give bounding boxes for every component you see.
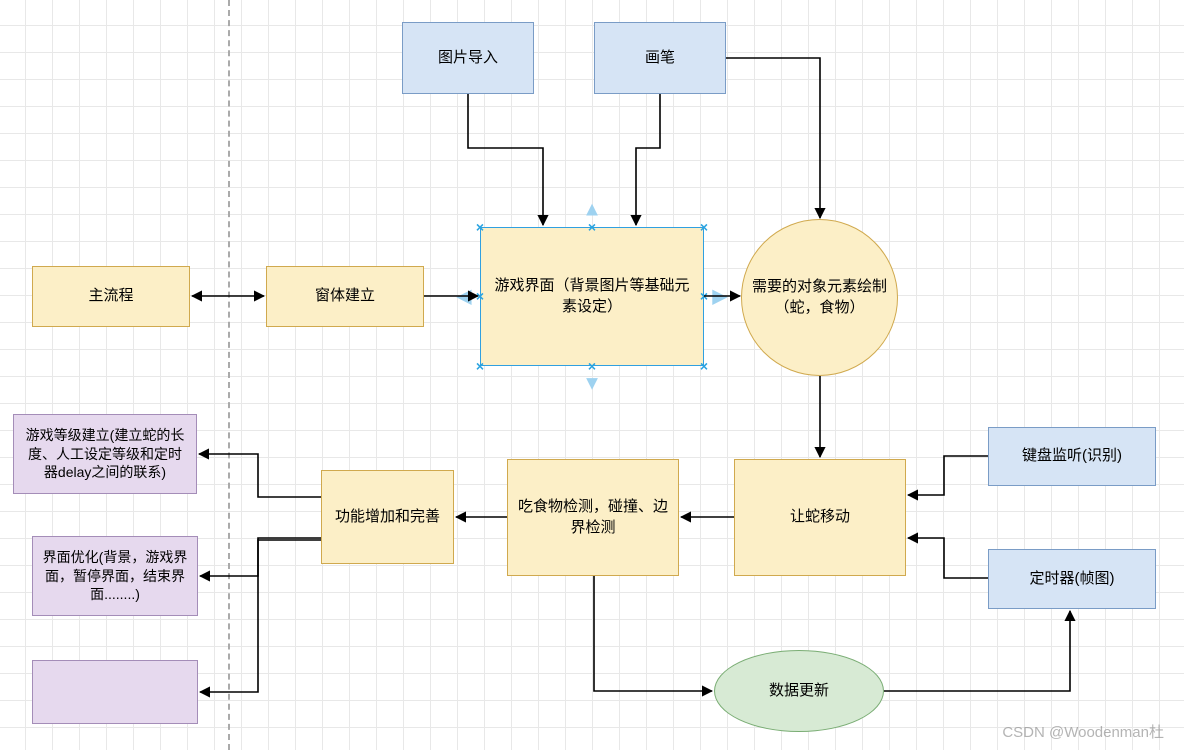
node-brush[interactable]: 画笔 <box>594 22 726 94</box>
node-label: 吃食物检测，碰撞、边界检测 <box>516 497 670 538</box>
selection-arrow-left-icon: ◀ <box>456 284 471 309</box>
node-blank[interactable] <box>32 660 198 724</box>
node-keyboard[interactable]: 键盘监听(识别) <box>988 427 1156 486</box>
selection-arrow-up-icon: ▲ <box>582 199 602 222</box>
node-label: 功能增加和完善 <box>335 507 440 527</box>
watermark: CSDN @Woodenman杜 <box>1002 721 1164 742</box>
node-label: 需要的对象元素绘制（蛇，食物） <box>750 277 889 318</box>
node-label: 图片导入 <box>438 48 498 68</box>
node-ui-optimize[interactable]: 界面优化(背景，游戏界面，暂停界面，结束界面........) <box>32 536 198 616</box>
node-feature-enhance[interactable]: 功能增加和完善 <box>321 470 454 564</box>
node-timer[interactable]: 定时器(帧图) <box>988 549 1156 609</box>
node-collision[interactable]: 吃食物检测，碰撞、边界检测 <box>507 459 679 576</box>
node-label: 窗体建立 <box>315 286 375 306</box>
node-label: 让蛇移动 <box>790 507 850 527</box>
selection-arrow-right-icon: ▶ <box>712 284 727 309</box>
node-label: 游戏等级建立(建立蛇的长度、人工设定等级和定时器delay之间的联系) <box>22 426 188 483</box>
node-label: 游戏界面（背景图片等基础元素设定） <box>489 276 695 317</box>
selection-handle-icon: × <box>700 219 708 235</box>
node-label: 画笔 <box>645 48 675 68</box>
node-window-create[interactable]: 窗体建立 <box>266 266 424 327</box>
node-snake-move[interactable]: 让蛇移动 <box>734 459 906 576</box>
selection-handle-icon: × <box>476 219 484 235</box>
node-label: 界面优化(背景，游戏界面，暂停界面，结束界面........) <box>41 548 189 605</box>
node-label: 定时器(帧图) <box>1030 569 1115 589</box>
selection-handle-icon: × <box>476 288 484 304</box>
node-data-update[interactable]: 数据更新 <box>714 650 884 732</box>
node-main-flow[interactable]: 主流程 <box>32 266 190 327</box>
node-image-import[interactable]: 图片导入 <box>402 22 534 94</box>
node-label: 数据更新 <box>769 681 829 701</box>
node-game-ui[interactable]: 游戏界面（背景图片等基础元素设定） <box>480 227 704 366</box>
selection-handle-icon: × <box>476 358 484 374</box>
node-level-setup[interactable]: 游戏等级建立(建立蛇的长度、人工设定等级和定时器delay之间的联系) <box>13 414 197 494</box>
selection-handle-icon: × <box>700 288 708 304</box>
selection-handle-icon: × <box>700 358 708 374</box>
section-divider <box>228 0 230 750</box>
node-label: 主流程 <box>88 286 133 306</box>
node-elements-draw[interactable]: 需要的对象元素绘制（蛇，食物） <box>741 219 898 376</box>
node-label: 键盘监听(识别) <box>1022 446 1122 466</box>
selection-arrow-down-icon: ▼ <box>582 373 602 396</box>
